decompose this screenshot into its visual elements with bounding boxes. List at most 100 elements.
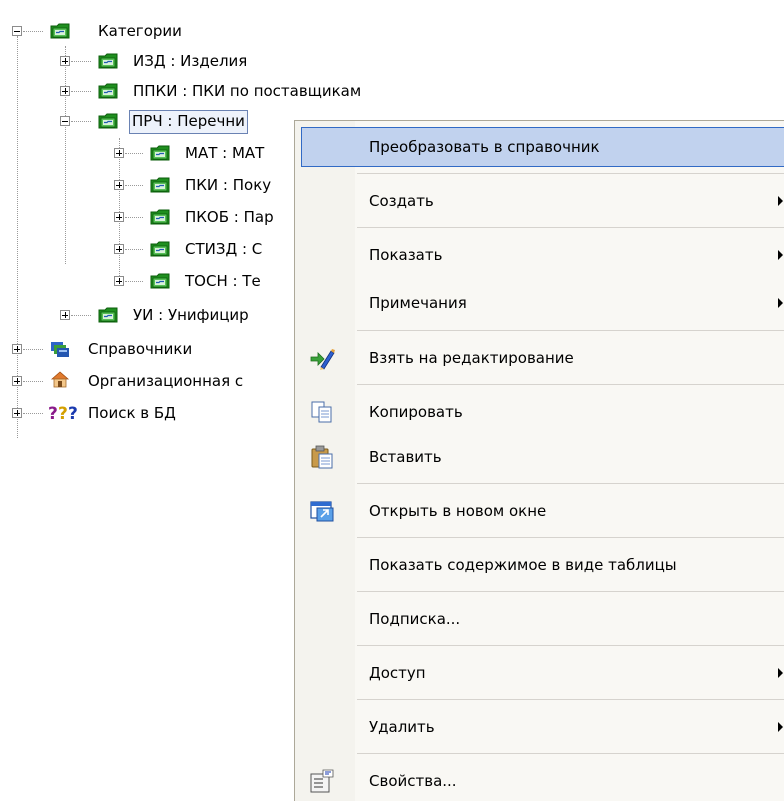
category-folder-icon xyxy=(150,240,170,258)
expand-toggle[interactable] xyxy=(114,244,124,254)
house-icon xyxy=(50,371,70,388)
paste-icon xyxy=(311,445,333,469)
menu-item-label: Доступ xyxy=(369,664,426,682)
expand-toggle[interactable] xyxy=(12,344,22,354)
collapse-toggle[interactable] xyxy=(60,116,70,126)
copy-icon xyxy=(311,401,332,423)
category-folder-icon xyxy=(98,112,118,130)
submenu-arrow-icon xyxy=(778,298,783,308)
menu-separator xyxy=(357,384,784,385)
menu-separator xyxy=(357,173,784,174)
tree-node[interactable]: СТИЗД : С xyxy=(183,239,264,261)
expand-toggle[interactable] xyxy=(12,376,22,386)
expand-toggle[interactable] xyxy=(114,212,124,222)
category-folder-icon xyxy=(150,144,170,162)
category-folder-icon xyxy=(98,52,118,70)
menu-item-show-as-table[interactable]: Показать содержимое в виде таблицы xyxy=(295,539,784,591)
tree-node[interactable]: УИ : Унифицир xyxy=(131,305,251,327)
menu-item-create[interactable]: Создать xyxy=(295,175,784,227)
menu-item-access[interactable]: Доступ xyxy=(295,647,784,699)
menu-item-label: Вставить xyxy=(369,448,442,466)
menu-separator xyxy=(357,537,784,538)
menu-separator xyxy=(357,591,784,592)
menu-separator xyxy=(357,227,784,228)
menu-item-convert-to-reference[interactable]: Преобразовать в справочник xyxy=(295,121,784,173)
expand-toggle[interactable] xyxy=(12,408,22,418)
tree-node-selected[interactable]: ПРЧ : Перечни xyxy=(129,110,248,134)
menu-item-label: Создать xyxy=(369,192,434,210)
submenu-arrow-icon xyxy=(778,196,783,206)
tree-connector xyxy=(23,381,43,382)
context-menu: Преобразовать в справочник Создать Показ… xyxy=(294,120,784,801)
menu-item-label: Подписка... xyxy=(369,610,461,628)
menu-item-label: Открыть в новом окне xyxy=(369,502,547,520)
menu-item-label: Преобразовать в справочник xyxy=(369,138,600,156)
svg-text:?: ? xyxy=(58,404,68,421)
tree-connector xyxy=(125,153,143,154)
menu-item-subscription[interactable]: Подписка... xyxy=(295,593,784,645)
menu-item-open-new-window[interactable]: Открыть в новом окне xyxy=(295,485,784,537)
expand-toggle[interactable] xyxy=(60,56,70,66)
tree-node[interactable]: ИЗД : Изделия xyxy=(131,51,249,73)
menu-item-label: Удалить xyxy=(369,718,435,736)
tree-node[interactable]: ПКИ : Поку xyxy=(183,175,273,197)
tree-node[interactable]: ТОСН : Те xyxy=(183,271,263,293)
category-folder-icon xyxy=(150,176,170,194)
tree-connector xyxy=(119,138,120,280)
question-marks-icon: ? ? ? xyxy=(48,404,78,421)
category-folder-icon xyxy=(98,82,118,100)
menu-separator xyxy=(357,330,784,331)
tree-node[interactable]: ППКИ : ПКИ по поставщикам xyxy=(131,81,363,103)
properties-icon xyxy=(310,769,334,793)
tree-connector xyxy=(125,217,143,218)
tree-connector xyxy=(23,413,43,414)
menu-item-show[interactable]: Показать xyxy=(295,229,784,281)
menu-item-label: Показать xyxy=(369,246,443,264)
expand-toggle[interactable] xyxy=(114,148,124,158)
category-folder-icon xyxy=(50,22,70,40)
menu-separator xyxy=(357,753,784,754)
tree-connector xyxy=(65,46,66,264)
menu-item-paste[interactable]: Вставить xyxy=(295,431,784,483)
submenu-arrow-icon xyxy=(778,250,783,260)
svg-text:?: ? xyxy=(48,404,58,421)
menu-item-label: Взять на редактирование xyxy=(369,349,574,367)
menu-item-properties[interactable]: Свойства... xyxy=(295,755,784,801)
tree-connector xyxy=(71,91,91,92)
tree-connector xyxy=(125,281,143,282)
expand-toggle[interactable] xyxy=(114,276,124,286)
tree-connector xyxy=(71,121,91,122)
expand-toggle[interactable] xyxy=(114,180,124,190)
menu-separator xyxy=(357,645,784,646)
submenu-arrow-icon xyxy=(778,668,783,678)
category-folder-icon xyxy=(98,306,118,324)
menu-item-notes[interactable]: Примечания xyxy=(295,277,784,329)
expand-toggle[interactable] xyxy=(60,86,70,96)
menu-item-label: Примечания xyxy=(369,294,467,312)
menu-item-label: Свойства... xyxy=(369,772,457,790)
tree-node-root[interactable]: Категории xyxy=(96,21,184,43)
svg-text:?: ? xyxy=(68,404,78,421)
menu-item-label: Показать содержимое в виде таблицы xyxy=(369,556,677,574)
tree-node[interactable]: ПКОБ : Пар xyxy=(183,207,276,229)
tree-node[interactable]: МАТ : МАТ xyxy=(183,143,266,165)
tree-node[interactable]: Организационная с xyxy=(86,371,245,393)
category-folder-icon xyxy=(150,272,170,290)
new-window-icon xyxy=(310,501,334,522)
tree-node[interactable]: Поиск в БД xyxy=(86,403,178,425)
tree-connector xyxy=(23,31,43,32)
tree-connector xyxy=(23,349,43,350)
expand-toggle[interactable] xyxy=(60,310,70,320)
submenu-arrow-icon xyxy=(778,722,783,732)
tree-node[interactable]: Справочники xyxy=(86,339,194,361)
menu-item-delete[interactable]: Удалить xyxy=(295,701,784,753)
tree-connector xyxy=(71,61,91,62)
edit-pencil-icon xyxy=(310,349,335,370)
menu-separator xyxy=(357,483,784,484)
collapse-toggle[interactable] xyxy=(12,26,22,36)
menu-item-checkout-edit[interactable]: Взять на редактирование xyxy=(295,332,784,384)
tree-connector xyxy=(125,249,143,250)
category-folder-icon xyxy=(150,208,170,226)
reference-books-icon xyxy=(51,342,69,357)
tree-connector xyxy=(125,185,143,186)
